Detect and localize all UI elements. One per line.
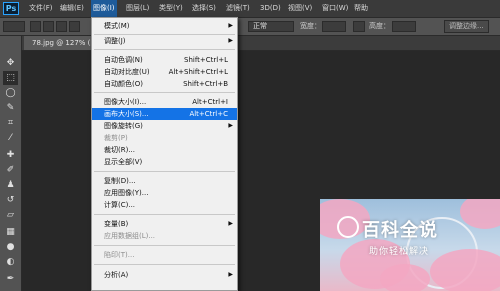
menu-select[interactable]: 选择(S)	[190, 0, 218, 17]
stamp-tool-icon[interactable]: ♟	[3, 178, 18, 192]
menu-item-duplicate[interactable]: 复制(D)...	[92, 175, 237, 187]
menu-item-image-rotation[interactable]: 图像旋转(G) ▶	[92, 120, 237, 132]
tools-panel: ✥ ⬚ ◯ ✎ ⌗ ⁄ ✚ ✐ ♟ ↺ ▱ ▦ ● ◐ ✒	[0, 36, 22, 291]
menu-help[interactable]: 帮助	[352, 0, 370, 17]
document-tab-label: 78.jpg @ 127% (图	[32, 39, 98, 47]
move-tool-icon[interactable]: ✥	[3, 56, 18, 70]
menu-item-trim[interactable]: 裁切(R)...	[92, 144, 237, 156]
menu-image[interactable]: 图像(I)	[91, 0, 117, 17]
menu-item-auto-contrast[interactable]: 自动对比度(U) Alt+Shift+Ctrl+L	[92, 66, 237, 78]
menu-filter[interactable]: 滤镜(T)	[224, 0, 252, 17]
menu-type[interactable]: 类型(Y)	[157, 0, 185, 17]
menu-item-reveal-all[interactable]: 显示全部(V)	[92, 156, 237, 168]
menu-window[interactable]: 窗口(W)	[320, 0, 350, 17]
healing-tool-icon[interactable]: ✚	[3, 148, 18, 162]
tool-preset-picker[interactable]	[3, 21, 25, 32]
eraser-tool-icon[interactable]: ▱	[3, 208, 18, 222]
menu-item-adjustments[interactable]: 调整(J) ▶	[92, 35, 237, 47]
menu-item-canvas-size[interactable]: 画布大小(S)... Alt+Ctrl+C	[92, 108, 237, 120]
swap-icon[interactable]	[353, 21, 365, 32]
menu-item-apply-image[interactable]: 应用图像(Y)...	[92, 187, 237, 199]
menu-edit[interactable]: 编辑(E)	[58, 0, 86, 17]
width-label: 宽度：	[300, 22, 321, 30]
quick-select-tool-icon[interactable]: ✎	[3, 101, 18, 115]
watermark-title: 百科全说	[362, 220, 438, 241]
gradient-tool-icon[interactable]: ▦	[3, 225, 18, 239]
menu-view[interactable]: 视图(V)	[286, 0, 314, 17]
image-menu-dropdown: 模式(M) ▶ 调整(J) ▶ 自动色调(N) Shift+Ctrl+L 自动对比度(…	[91, 17, 238, 291]
pen-tool-icon[interactable]: ✒	[3, 272, 18, 286]
menu-item-variables[interactable]: 变量(B) ▶	[92, 218, 237, 230]
new-selection-icon[interactable]	[30, 21, 41, 32]
menu-item-analysis[interactable]: 分析(A) ▶	[92, 269, 237, 281]
subtract-selection-icon[interactable]	[56, 21, 67, 32]
watermark-logo-icon	[337, 216, 359, 238]
lasso-tool-icon[interactable]: ◯	[3, 86, 18, 100]
menu-item-image-size[interactable]: 图像大小(I)... Alt+Ctrl+I	[92, 96, 237, 108]
blur-tool-icon[interactable]: ●	[3, 240, 18, 254]
brush-tool-icon[interactable]: ✐	[3, 163, 18, 177]
style-value: 正常	[253, 22, 267, 30]
intersect-selection-icon[interactable]	[69, 21, 80, 32]
crop-tool-icon[interactable]: ⌗	[3, 116, 18, 130]
add-selection-icon[interactable]	[43, 21, 54, 32]
menu-item-mode[interactable]: 模式(M) ▶	[92, 20, 237, 32]
width-input[interactable]	[322, 21, 346, 32]
history-brush-tool-icon[interactable]: ↺	[3, 193, 18, 207]
photoshop-logo: Ps	[3, 2, 19, 15]
menu-item-calculations[interactable]: 计算(C)...	[92, 199, 237, 211]
menu-item-auto-tone[interactable]: 自动色调(N) Shift+Ctrl+L	[92, 54, 237, 66]
menu-3d[interactable]: 3D(D)	[258, 0, 283, 17]
dodge-tool-icon[interactable]: ◐	[3, 255, 18, 269]
watermark-subtitle: 助你轻松解决	[369, 247, 430, 257]
menu-item-crop: 裁剪(P)	[104, 134, 128, 142]
menu-file[interactable]: 文件(F)	[27, 0, 55, 17]
height-label: 高度：	[369, 22, 390, 30]
refine-edge-button[interactable]: 调整边缘...	[444, 20, 489, 33]
eyedropper-tool-icon[interactable]: ⁄	[3, 131, 18, 145]
options-bar: 正常 宽度： 高度： 调整边缘...	[0, 18, 500, 36]
menu-bar: Ps 文件(F) 编辑(E) 图像(I) 图层(L) 类型(Y) 选择(S) 滤…	[0, 0, 500, 18]
height-input[interactable]	[392, 21, 416, 32]
marquee-tool-icon[interactable]: ⬚	[3, 71, 18, 85]
style-select[interactable]: 正常	[248, 21, 294, 32]
menu-item-trap: 陷印(T)...	[104, 251, 135, 259]
menu-item-apply-data-set: 应用数据组(L)...	[104, 232, 156, 240]
menu-layer[interactable]: 图层(L)	[124, 0, 151, 17]
menu-item-auto-color[interactable]: 自动颜色(O) Shift+Ctrl+B	[92, 78, 237, 90]
